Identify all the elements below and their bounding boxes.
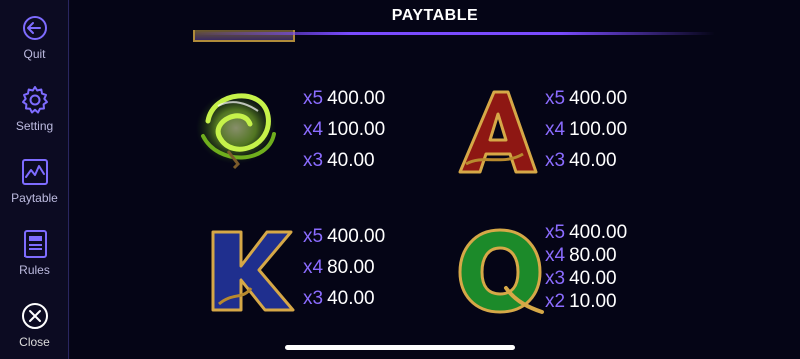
pay-row: x3 40.00 bbox=[545, 268, 627, 290]
pay-row: x4 80.00 bbox=[303, 257, 385, 279]
page-title: PAYTABLE bbox=[391, 7, 479, 24]
payout: 100.00 bbox=[569, 119, 628, 140]
pay-row: x5 400.00 bbox=[545, 88, 627, 110]
rules-button[interactable]: Rules bbox=[0, 228, 69, 277]
close-label: Close bbox=[19, 335, 50, 349]
letter-q-pays: x5 400.00 x4 80.00 x3 40.00 x2 10.00 bbox=[545, 222, 627, 313]
pay-row: x3 40.00 bbox=[303, 150, 385, 172]
multiplier: x5 bbox=[545, 88, 566, 109]
paytable-label: Paytable bbox=[11, 191, 58, 205]
pay-row: x5 400.00 bbox=[545, 222, 627, 244]
close-button[interactable]: Close bbox=[0, 300, 69, 349]
quit-label: Quit bbox=[23, 47, 46, 61]
sidebar: Quit Setting Paytable Rules Close bbox=[0, 0, 69, 359]
pay-row: x3 40.00 bbox=[303, 288, 385, 310]
multiplier: x5 bbox=[303, 226, 324, 247]
pay-row: x3 40.00 bbox=[545, 150, 627, 172]
setting-button[interactable]: Setting bbox=[0, 84, 69, 133]
wild-swirl-symbol-icon bbox=[196, 92, 276, 170]
title-divider bbox=[195, 32, 715, 35]
multiplier: x3 bbox=[545, 150, 566, 171]
payout: 400.00 bbox=[327, 88, 386, 109]
letter-a-pays: x5 400.00 x4 100.00 x3 40.00 bbox=[545, 88, 627, 172]
payout: 80.00 bbox=[569, 245, 617, 266]
payout: 400.00 bbox=[569, 88, 628, 109]
setting-label: Setting bbox=[15, 119, 54, 133]
pay-row: x2 10.00 bbox=[545, 291, 627, 313]
close-icon bbox=[21, 303, 48, 329]
letter-k-pays: x5 400.00 x4 80.00 x3 40.00 bbox=[303, 226, 385, 310]
book-icon bbox=[23, 230, 47, 258]
multiplier: x3 bbox=[303, 150, 324, 171]
quit-button[interactable]: Quit bbox=[0, 12, 69, 61]
multiplier: x3 bbox=[303, 288, 324, 309]
pay-row: x4 100.00 bbox=[303, 119, 385, 141]
payout: 80.00 bbox=[327, 257, 375, 278]
payout: 100.00 bbox=[327, 119, 386, 140]
chart-icon bbox=[21, 159, 48, 185]
wild-swirl-pays: x5 400.00 x4 100.00 x3 40.00 bbox=[303, 88, 385, 172]
multiplier: x4 bbox=[545, 245, 566, 266]
home-indicator[interactable] bbox=[285, 345, 515, 350]
multiplier: x4 bbox=[303, 257, 324, 278]
pay-row: x4 80.00 bbox=[545, 245, 627, 267]
gear-icon bbox=[21, 86, 48, 114]
payout: 40.00 bbox=[327, 150, 375, 171]
payout: 40.00 bbox=[327, 288, 375, 309]
letter-a-symbol-icon bbox=[458, 90, 538, 174]
payout: 40.00 bbox=[569, 268, 617, 289]
multiplier: x2 bbox=[545, 291, 566, 312]
multiplier: x4 bbox=[303, 119, 324, 140]
payout: 40.00 bbox=[569, 150, 617, 171]
payout: 10.00 bbox=[569, 291, 617, 312]
pay-row: x4 100.00 bbox=[545, 119, 627, 141]
multiplier: x5 bbox=[545, 222, 566, 243]
rules-label: Rules bbox=[19, 263, 50, 277]
pay-row: x5 400.00 bbox=[303, 226, 385, 248]
payout: 400.00 bbox=[327, 226, 386, 247]
letter-k-symbol-icon bbox=[211, 230, 295, 312]
multiplier: x4 bbox=[545, 119, 566, 140]
paytable-panel[interactable]: PAYTABLE x5 400.00 x4 100.00 x3 40.00 x5 400… bbox=[70, 0, 800, 359]
multiplier: x3 bbox=[545, 268, 566, 289]
paytable-button[interactable]: Paytable bbox=[0, 156, 69, 205]
multiplier: x5 bbox=[303, 88, 324, 109]
pay-row: x5 400.00 bbox=[303, 88, 385, 110]
letter-q-symbol-icon bbox=[458, 228, 544, 314]
payout: 400.00 bbox=[569, 222, 628, 243]
quit-arrow-icon bbox=[22, 16, 47, 40]
